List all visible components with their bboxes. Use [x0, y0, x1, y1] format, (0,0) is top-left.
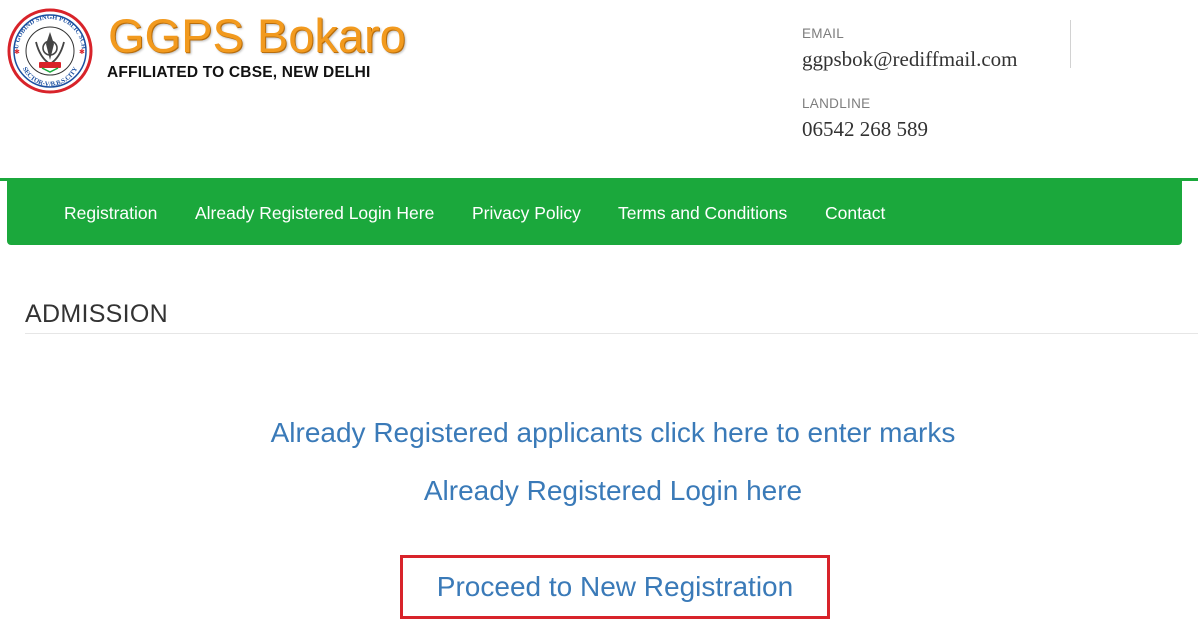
header-divider	[1070, 20, 1071, 68]
nav-terms-and-conditions[interactable]: Terms and Conditions	[618, 181, 787, 245]
landline-contact: LANDLINE 06542 268 589	[802, 96, 928, 142]
nav-already-registered-login[interactable]: Already Registered Login Here	[195, 181, 434, 245]
nav-contact[interactable]: Contact	[825, 181, 885, 245]
title-divider	[25, 333, 1198, 334]
svg-text:✱: ✱	[14, 48, 20, 56]
main-navbar: Registration Already Registered Login He…	[7, 181, 1182, 245]
page-title: ADMISSION	[25, 300, 168, 328]
svg-text:✱: ✱	[79, 48, 85, 56]
landline-value: 06542 268 589	[802, 117, 928, 141]
login-link[interactable]: Already Registered Login here	[0, 475, 1198, 507]
affiliation-text: AFFILIATED TO CBSE, NEW DELHI	[107, 64, 371, 81]
landline-label: LANDLINE	[802, 96, 871, 111]
email-value[interactable]: ggpsbok@rediffmail.com	[802, 46, 1018, 72]
nav-privacy-policy[interactable]: Privacy Policy	[472, 181, 581, 245]
school-logo: GURU GOBIND SINGH PUBLIC SCHOOL SECTOR-V…	[6, 8, 93, 94]
nav-registration[interactable]: Registration	[64, 181, 157, 245]
email-label: EMAIL	[802, 26, 845, 41]
new-registration-link[interactable]: Proceed to New Registration	[400, 555, 830, 619]
email-contact: EMAIL ggpsbok@rediffmail.com	[802, 26, 1018, 72]
enter-marks-link[interactable]: Already Registered applicants click here…	[0, 417, 1198, 449]
school-name: GGPS Bokaro	[108, 9, 406, 62]
